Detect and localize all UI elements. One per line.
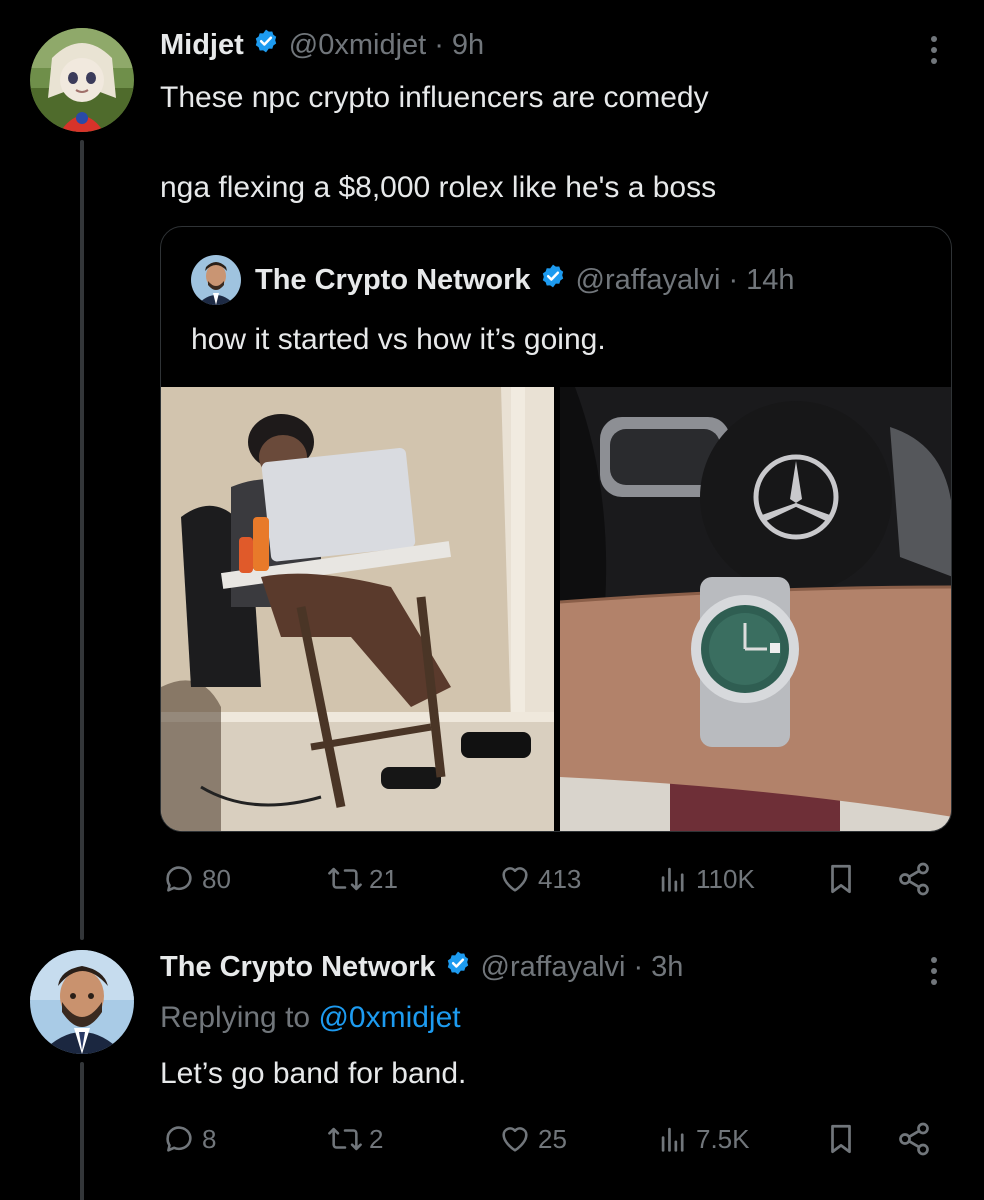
replying-to-prefix: Replying to: [160, 1001, 311, 1034]
reply-button[interactable]: 8: [160, 1117, 216, 1161]
reply-author-avatar[interactable]: [30, 950, 134, 1054]
replying-to-line: Replying to @0xmidjet: [160, 1000, 461, 1036]
views-count: 7.5K: [696, 1123, 750, 1154]
more-options-icon[interactable]: [914, 951, 954, 991]
media-photo-watch[interactable]: [560, 387, 951, 831]
tweet-action-bar: 80 21 413 110K: [160, 857, 940, 901]
quoted-author-avatar[interactable]: [191, 255, 241, 305]
author-name[interactable]: Midjet: [160, 29, 244, 62]
tweet-time[interactable]: 9h: [452, 29, 484, 62]
repost-count: 2: [369, 1123, 384, 1154]
views-count: 110K: [696, 863, 755, 894]
reply-action-bar: 8 2 25 7.5K: [160, 1117, 940, 1161]
views-button[interactable]: 110K: [654, 857, 755, 901]
like-button[interactable]: 413: [496, 857, 581, 901]
verified-badge-icon: [445, 950, 471, 984]
repost-button[interactable]: 21: [325, 857, 398, 901]
share-button[interactable]: [896, 1117, 932, 1161]
media-photo-laptop[interactable]: [161, 387, 554, 831]
tweet-text-line-2: nga flexing a $8,000 rolex like he's a b…: [160, 171, 717, 204]
quoted-tweet-time[interactable]: 14h: [746, 264, 794, 297]
share-button[interactable]: [896, 857, 932, 901]
repost-icon: [325, 862, 365, 896]
thread-line-top: [80, 140, 84, 940]
reply-button[interactable]: 80: [160, 857, 231, 901]
repost-button[interactable]: 2: [325, 1117, 383, 1161]
repost-count: 21: [369, 863, 398, 894]
separator-dot: ·: [633, 950, 644, 983]
separator-dot: ·: [434, 28, 444, 61]
separator-dot: ·: [728, 263, 739, 296]
verified-badge-icon: [253, 28, 279, 62]
reply-author-handle[interactable]: @raffayalvi: [481, 951, 626, 984]
reply-text: Let’s go band for band.: [160, 1057, 467, 1090]
reply-header: The Crypto Network @raffayalvi · 3h: [160, 950, 683, 984]
reply-author-name[interactable]: The Crypto Network: [160, 951, 436, 984]
like-count: 413: [538, 863, 582, 894]
bookmark-icon: [824, 861, 858, 897]
views-button[interactable]: 7.5K: [654, 1117, 750, 1161]
views-icon: [654, 1122, 692, 1156]
more-options-icon[interactable]: [914, 30, 954, 70]
midjet-avatar[interactable]: [30, 28, 134, 132]
quoted-author-name[interactable]: The Crypto Network: [255, 264, 531, 297]
like-icon: [496, 1122, 534, 1156]
quoted-tweet-header: The Crypto Network @raffayalvi · 14h: [255, 263, 795, 297]
quoted-tweet-text: how it started vs how it’s going.: [191, 323, 606, 356]
reply-time[interactable]: 3h: [651, 951, 683, 984]
reply-icon: [160, 1122, 198, 1156]
thread-line-bottom: [80, 1062, 84, 1200]
quoted-tweet-media[interactable]: [161, 387, 951, 831]
reply-count: 8: [202, 1123, 217, 1154]
like-count: 25: [538, 1123, 567, 1154]
views-icon: [654, 862, 692, 896]
bookmark-icon: [824, 1121, 858, 1157]
share-icon: [896, 861, 932, 897]
quoted-author-handle[interactable]: @raffayalvi: [576, 264, 721, 297]
tweet-text-line-1: These npc crypto influencers are comedy: [160, 81, 709, 114]
replying-to-handle-link[interactable]: @0xmidjet: [318, 1001, 460, 1034]
tweet-header: Midjet @0xmidjet · 9h: [160, 28, 484, 62]
author-handle[interactable]: @0xmidjet: [289, 29, 426, 62]
reply-icon: [160, 862, 198, 896]
repost-icon: [325, 1122, 365, 1156]
bookmark-button[interactable]: [824, 857, 858, 901]
like-button[interactable]: 25: [496, 1117, 567, 1161]
reply-count: 80: [202, 863, 231, 894]
quoted-tweet-card[interactable]: The Crypto Network @raffayalvi · 14h how…: [160, 226, 952, 832]
share-icon: [896, 1121, 932, 1157]
verified-badge-icon: [540, 263, 566, 297]
bookmark-button[interactable]: [824, 1117, 858, 1161]
like-icon: [496, 862, 534, 896]
